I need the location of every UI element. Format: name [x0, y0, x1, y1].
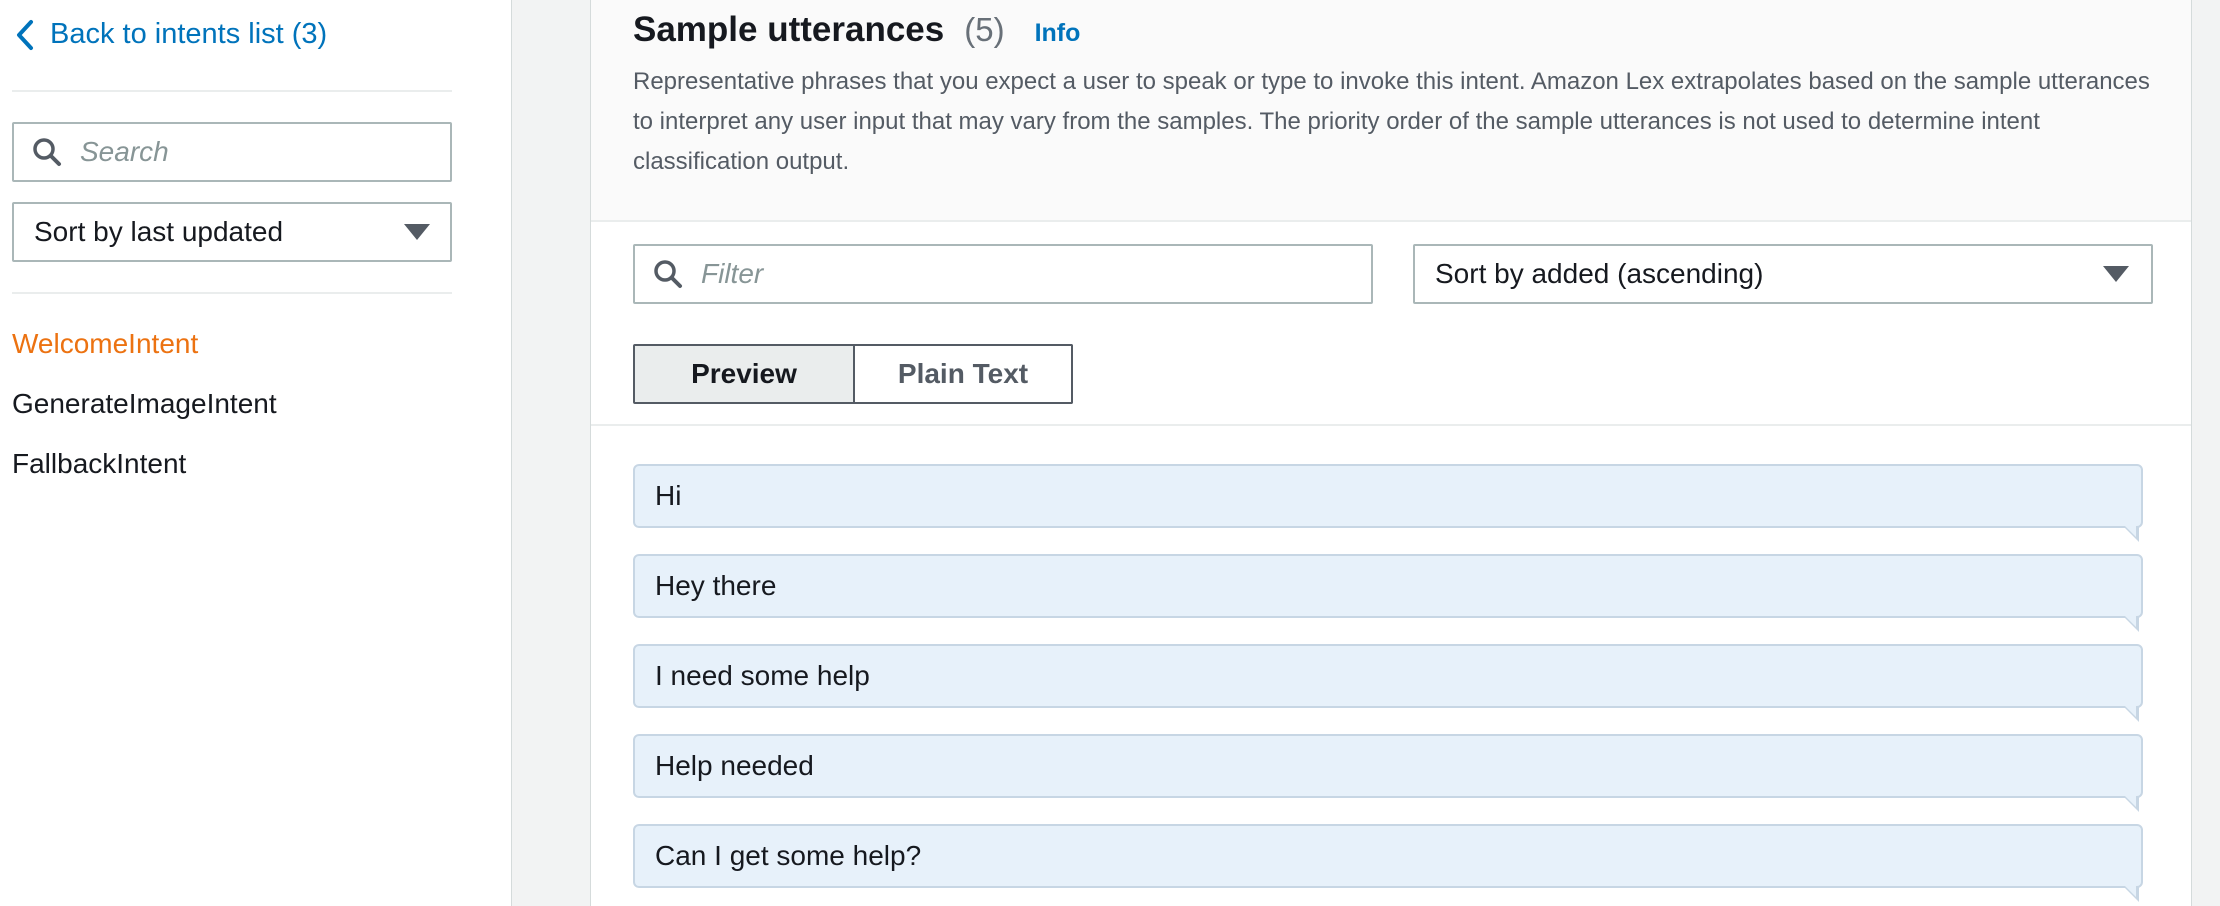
utterance-item[interactable]: Hey there: [633, 554, 2143, 632]
preview-button[interactable]: Preview: [633, 344, 855, 404]
utterance-filter-input[interactable]: [701, 258, 1371, 290]
utterance-sort-label: Sort by added (ascending): [1435, 258, 1764, 289]
intent-list: WelcomeIntent GenerateImageIntent Fallba…: [12, 326, 277, 506]
panel-header: Sample utterances (5) Info Representativ…: [591, 0, 2191, 222]
view-mode-toggle: Preview Plain Text: [633, 344, 1073, 404]
sample-utterances-panel: Sample utterances (5) Info Representativ…: [590, 0, 2192, 906]
caret-down-icon: [404, 224, 430, 240]
intent-sort-label: Sort by last updated: [34, 216, 284, 247]
panel-title: Sample utterances: [633, 10, 945, 49]
sidebar-divider: [12, 292, 452, 294]
chevron-left-icon: [17, 19, 33, 50]
utterance-count: (5): [964, 11, 1005, 48]
intent-search-field[interactable]: [12, 122, 452, 182]
back-link-label: Back to intents list (3): [50, 18, 328, 50]
intent-search-input[interactable]: [80, 136, 450, 168]
utterance-item[interactable]: Can I get some help?: [633, 824, 2143, 902]
plain-text-button[interactable]: Plain Text: [855, 344, 1073, 404]
intent-item-welcome[interactable]: WelcomeIntent: [12, 326, 277, 386]
intent-item-fallback[interactable]: FallbackIntent: [12, 446, 277, 506]
search-icon: [654, 260, 682, 288]
utterance-list: Hi Hey there I need some help Help neede…: [633, 464, 2143, 906]
info-link[interactable]: Info: [1035, 19, 1081, 48]
utterance-item[interactable]: I need some help: [633, 644, 2143, 722]
panel-description: Representative phrases that you expect a…: [633, 68, 2150, 175]
intents-sidebar: Back to intents list (3) Sort by last up…: [0, 0, 512, 906]
utterance-sort-select[interactable]: Sort by added (ascending): [1413, 244, 2153, 304]
back-to-intents-link[interactable]: Back to intents list (3): [14, 18, 327, 51]
utterance-filter-field[interactable]: [633, 244, 1373, 304]
intent-item-generate-image[interactable]: GenerateImageIntent: [12, 386, 277, 446]
panel-title-row: Sample utterances (5) Info: [633, 10, 1080, 50]
utterance-item[interactable]: Hi: [633, 464, 2143, 542]
panel-divider: [591, 424, 2191, 426]
search-icon: [33, 138, 61, 166]
intent-sort-select[interactable]: Sort by last updated: [12, 202, 452, 262]
utterance-item[interactable]: Help needed: [633, 734, 2143, 812]
sidebar-divider: [12, 90, 452, 92]
caret-down-icon: [2103, 266, 2129, 282]
